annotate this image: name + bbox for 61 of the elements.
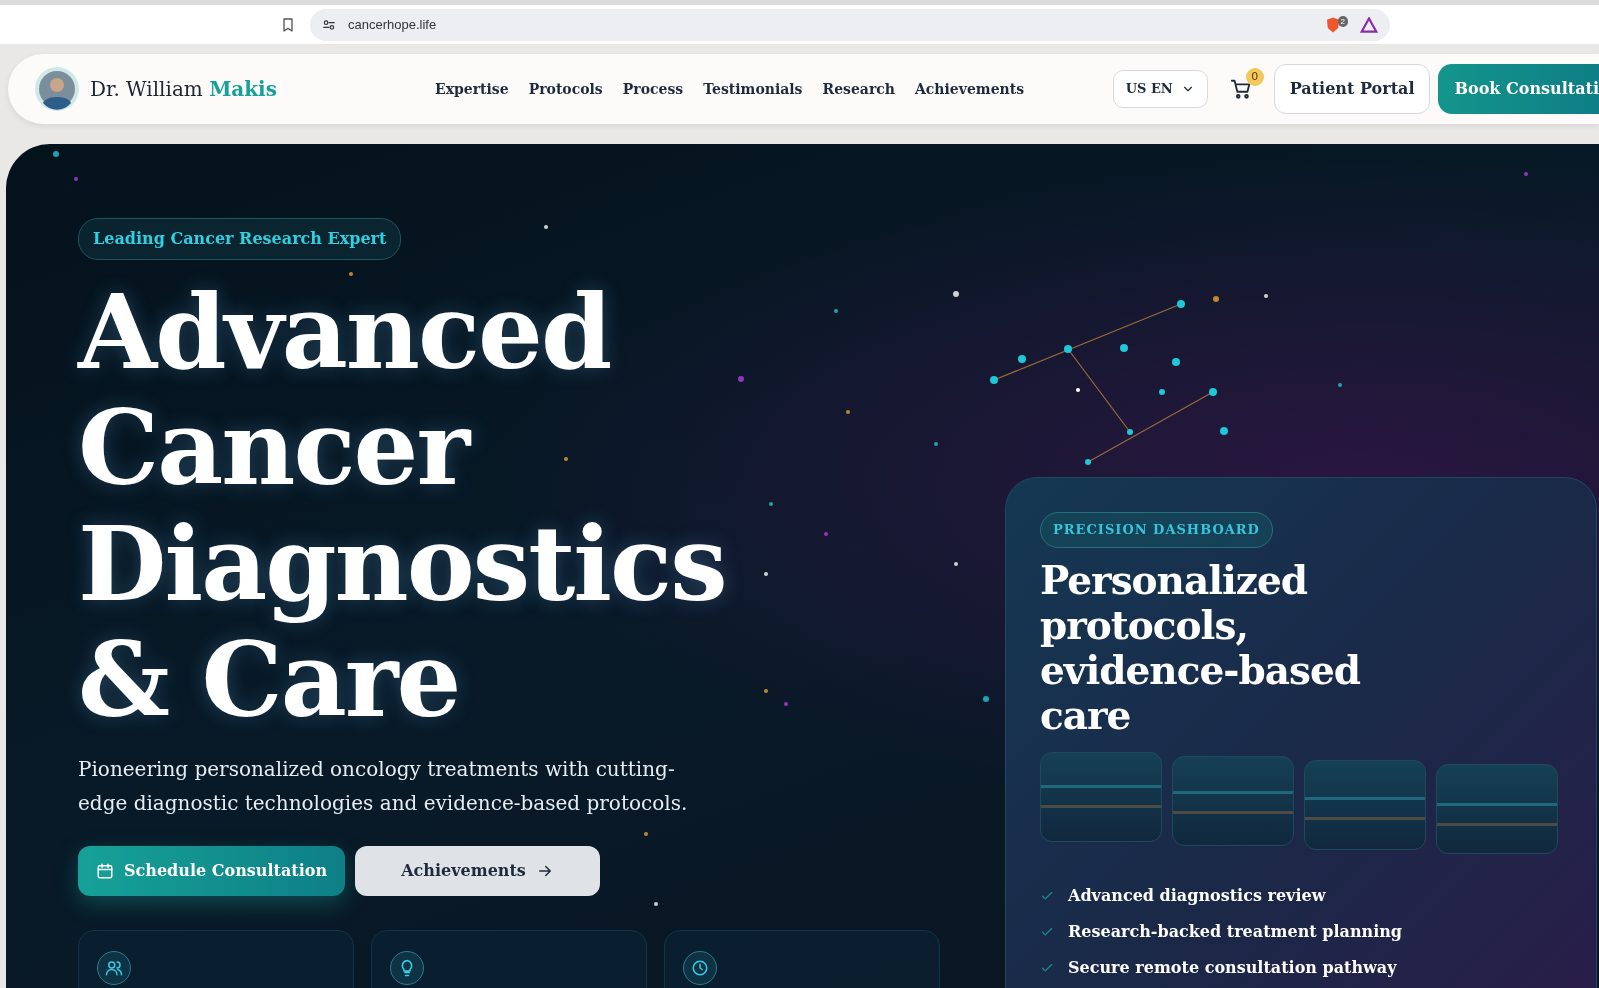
dashboard-badge: PRECISION DASHBOARD [1040,512,1273,548]
url-text: cancerhope.life [348,15,437,34]
star-dot [764,689,768,693]
star-dot [834,309,838,313]
star-dot [53,151,59,157]
shield-count: 2 [1337,15,1348,27]
people-icon [105,959,123,977]
star-dot [1264,294,1268,298]
brand-name[interactable]: Dr. William Makis [90,74,277,104]
hero-paragraph: Pioneering personalized oncology treatments with cutting-edge diagnostic technologies and evidence-based protocols. [78,756,689,817]
star-dot [738,376,744,382]
site-settings-icon[interactable] [322,17,336,32]
star-dot [824,532,828,536]
headline-line: Advanced [78,274,611,390]
star-dot [544,225,548,229]
calendar-icon [96,862,114,880]
star-dot [784,702,788,706]
hero-badge: Leading Cancer Research Expert [78,218,402,260]
star-dot [74,177,78,181]
clock-icon [691,959,709,977]
schedule-consultation-button[interactable]: Schedule Consultation [78,846,346,896]
checklist-item: Research-backed treatment planning [1068,920,1403,943]
bookmark-icon[interactable] [280,16,296,33]
checklist-item: Advanced diagnostics review [1068,884,1326,907]
dashboard-title-line: protocols, [1040,602,1248,648]
star-dot [654,902,658,906]
nav-link[interactable]: Expertise [434,78,509,100]
cart-count-badge: 0 [1245,68,1264,86]
star-dot [349,272,353,276]
nav-link[interactable]: Research [822,78,895,100]
cart-icon[interactable] [1229,78,1252,100]
nav-link[interactable]: Process [622,78,684,100]
headline-line: & Care [78,622,460,738]
star-dot [1338,383,1342,387]
checklist-item: Secure remote consultation pathway [1068,956,1397,979]
locale-select[interactable]: US EN [1112,70,1208,108]
star-dot [1524,172,1528,176]
dashboard-title-line: Personalized [1040,557,1308,603]
nav-link[interactable]: Protocols [528,78,603,100]
star-dot [983,696,989,702]
rewards-triangle-icon[interactable] [1360,16,1378,33]
star-dot [953,291,959,297]
dashboard-title-line: care [1040,692,1131,738]
achievements-button[interactable]: Achievements [355,846,601,896]
headline-line: Diagnostics [78,506,726,622]
headline-line: Cancer [78,390,469,506]
avatar[interactable] [34,66,80,112]
star-dot [564,457,568,461]
nav-link[interactable]: Testimonials [703,78,803,100]
dashboard-title-line: evidence-based [1040,647,1361,693]
star-dot [769,502,773,506]
nav-link[interactable]: Achievements [915,78,1025,100]
star-dot [764,572,768,576]
address-bar[interactable]: cancerhope.life 2 [310,8,1390,41]
star-dot [954,562,958,566]
star-dot [846,410,850,414]
star-dot [644,832,648,836]
star-dot [934,442,938,446]
book-consultation-button[interactable]: Book Consultati [1438,64,1599,114]
star-dot [1213,296,1219,302]
portal-button[interactable]: Patient Portal [1273,64,1431,114]
